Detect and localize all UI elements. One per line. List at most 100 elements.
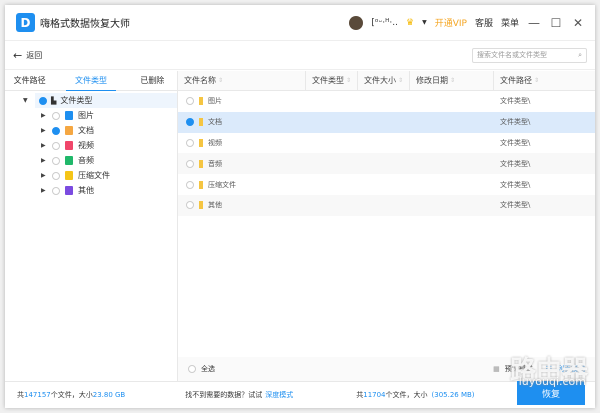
app-logo-icon: D — [16, 13, 35, 32]
row-path: 文件类型\ — [500, 159, 531, 168]
table-row[interactable]: 压缩文件 文件类型\ — [178, 174, 595, 195]
watermark-url: luyouqi.com — [518, 375, 586, 388]
status-bar: 共 147157 个文件，大小 23.80 GB 找不到需要的数据？试试 深度模式 共… — [5, 381, 595, 408]
back-button[interactable]: 返回 — [26, 50, 42, 61]
crown-icon: ♛ — [406, 17, 415, 28]
avatar[interactable] — [349, 15, 364, 30]
table-row[interactable]: 文档 文件类型\ — [178, 111, 595, 133]
tree-item-label: 其他 — [78, 186, 94, 195]
file-type-icon — [65, 111, 73, 120]
checkbox[interactable] — [52, 126, 60, 135]
selected-files: 11704 — [363, 391, 386, 399]
folder-icon — [199, 159, 203, 168]
checkbox[interactable] — [52, 186, 60, 195]
file-type-icon — [65, 141, 73, 150]
tree-item[interactable]: ▶ 压缩文件 — [5, 168, 177, 183]
tree-item-label: 压缩文件 — [78, 171, 110, 180]
tree-root[interactable]: ▙ 文件类型 — [35, 93, 177, 108]
col-type[interactable]: 文件类型 — [306, 71, 358, 90]
expand-arrow-icon[interactable]: ▼ — [23, 97, 29, 104]
checkbox[interactable] — [52, 111, 60, 120]
tree-item[interactable]: ▶ 视频 — [5, 138, 177, 153]
row-name: 视频 — [208, 138, 222, 147]
expand-arrow-icon[interactable]: ▶ — [41, 172, 47, 179]
checkbox[interactable] — [52, 141, 60, 150]
expand-arrow-icon[interactable]: ▶ — [41, 127, 47, 134]
tree-item[interactable]: ▶ 音频 — [5, 153, 177, 168]
col-size[interactable]: 文件大小 — [358, 71, 410, 90]
row-path: 文件类型\ — [500, 138, 531, 147]
row-checkbox[interactable] — [186, 97, 194, 106]
table-row[interactable]: 视频 文件类型\ — [178, 133, 595, 154]
partial-check-icon[interactable] — [39, 96, 47, 105]
row-checkbox[interactable] — [186, 201, 194, 210]
tab-file-path[interactable]: 文件路径 — [5, 71, 54, 90]
title-bar: D 嗨格式数据恢复大师 [ᵒᵕ·ᴴ·.. ♛ ▼ 开通VIP 客服 菜单 — ☐… — [5, 5, 595, 41]
hint-text: 找不到需要的数据？试试 — [185, 391, 263, 399]
table-row[interactable]: 其他 文件类型\ — [178, 194, 595, 216]
service-button[interactable]: 客服 — [475, 16, 493, 29]
left-panel: 文件路径 文件类型 已删除 ▼ ▙ 文件类型 ▶ 图片 ▶ 文档 ▶ 视频 ▶ 音频 ▶ 压缩文件… — [5, 71, 178, 381]
chevron-down-icon[interactable]: ▼ — [422, 19, 427, 26]
total-prefix: 共 — [17, 391, 24, 399]
minimize-button[interactable]: — — [527, 16, 541, 30]
file-type-icon — [65, 126, 73, 135]
row-path: 文件类型\ — [500, 180, 531, 189]
select-all-label: 全选 — [201, 365, 215, 373]
table-row[interactable]: 音频 文件类型\ — [178, 153, 595, 175]
tree-item[interactable]: ▶ 文档 — [5, 123, 177, 138]
tab-file-type[interactable]: 文件类型 — [66, 71, 116, 91]
expand-arrow-icon[interactable]: ▶ — [41, 142, 47, 149]
tree-item-label: 视频 — [78, 141, 94, 150]
file-type-icon — [65, 171, 73, 180]
row-checkbox[interactable] — [186, 118, 194, 127]
select-all-checkbox[interactable] — [188, 365, 196, 373]
drive-icon: ▙ — [51, 96, 57, 105]
file-list: 文件名称 文件类型 文件大小 修改日期 文件路径 图片文件类型\文档文件类型\视… — [178, 71, 595, 381]
app-window: D 嗨格式数据恢复大师 [ᵒᵕ·ᴴ·.. ♛ ▼ 开通VIP 客服 菜单 — ☐… — [5, 5, 595, 408]
total-size: 23.80 GB — [92, 391, 126, 399]
vip-link[interactable]: 开通VIP — [435, 16, 467, 29]
tree-item[interactable]: ▶ 其他 — [5, 183, 177, 198]
sel-prefix: 共 — [356, 391, 364, 399]
deep-mode-link[interactable]: 深度模式 — [265, 390, 293, 400]
col-name[interactable]: 文件名称 — [178, 71, 306, 90]
checkbox[interactable] — [52, 156, 60, 165]
row-name: 图片 — [208, 97, 222, 106]
expand-arrow-icon[interactable]: ▶ — [41, 157, 47, 164]
username[interactable]: [ᵒᵕ·ᴴ·.. — [371, 18, 398, 28]
selected-size: (305.26 MB) — [431, 391, 475, 399]
maximize-button[interactable]: ☐ — [549, 16, 563, 30]
folder-icon — [199, 138, 203, 147]
row-name: 压缩文件 — [208, 180, 236, 189]
folder-icon — [199, 201, 203, 210]
file-type-icon — [65, 186, 73, 195]
search-icon[interactable]: ⌕ — [578, 51, 582, 60]
expand-arrow-icon[interactable]: ▶ — [41, 187, 47, 194]
search-input[interactable]: 搜索文件名或文件类型 ⌕ — [472, 47, 587, 63]
row-checkbox[interactable] — [186, 180, 194, 189]
tree-item[interactable]: ▶ 图片 — [5, 108, 177, 123]
tree-root-label: 文件类型 — [60, 96, 93, 105]
grid-icon[interactable]: ▦ — [493, 365, 500, 373]
checkbox[interactable] — [52, 171, 60, 180]
expand-arrow-icon[interactable]: ▶ — [41, 112, 47, 119]
sel-mid: 个文件，大小 — [385, 391, 428, 399]
menu-button[interactable]: 菜单 — [501, 16, 519, 29]
row-path: 文件类型\ — [500, 201, 531, 210]
folder-icon — [199, 97, 203, 106]
col-date[interactable]: 修改日期 — [410, 71, 494, 90]
row-name: 文档 — [208, 118, 222, 127]
total-mid: 个文件，大小 — [50, 391, 93, 399]
close-button[interactable]: ✕ — [571, 16, 585, 30]
back-arrow-icon[interactable]: ← — [13, 49, 22, 62]
row-name: 其他 — [208, 201, 222, 210]
table-row[interactable]: 图片 文件类型\ — [178, 91, 595, 112]
row-path: 文件类型\ — [500, 118, 531, 127]
col-path[interactable]: 文件路径 — [494, 71, 595, 90]
tab-deleted[interactable]: 已删除 — [128, 71, 177, 90]
app-title: 嗨格式数据恢复大师 — [40, 19, 130, 30]
row-checkbox[interactable] — [186, 138, 194, 147]
row-checkbox[interactable] — [186, 159, 194, 168]
row-name: 音频 — [208, 159, 222, 168]
